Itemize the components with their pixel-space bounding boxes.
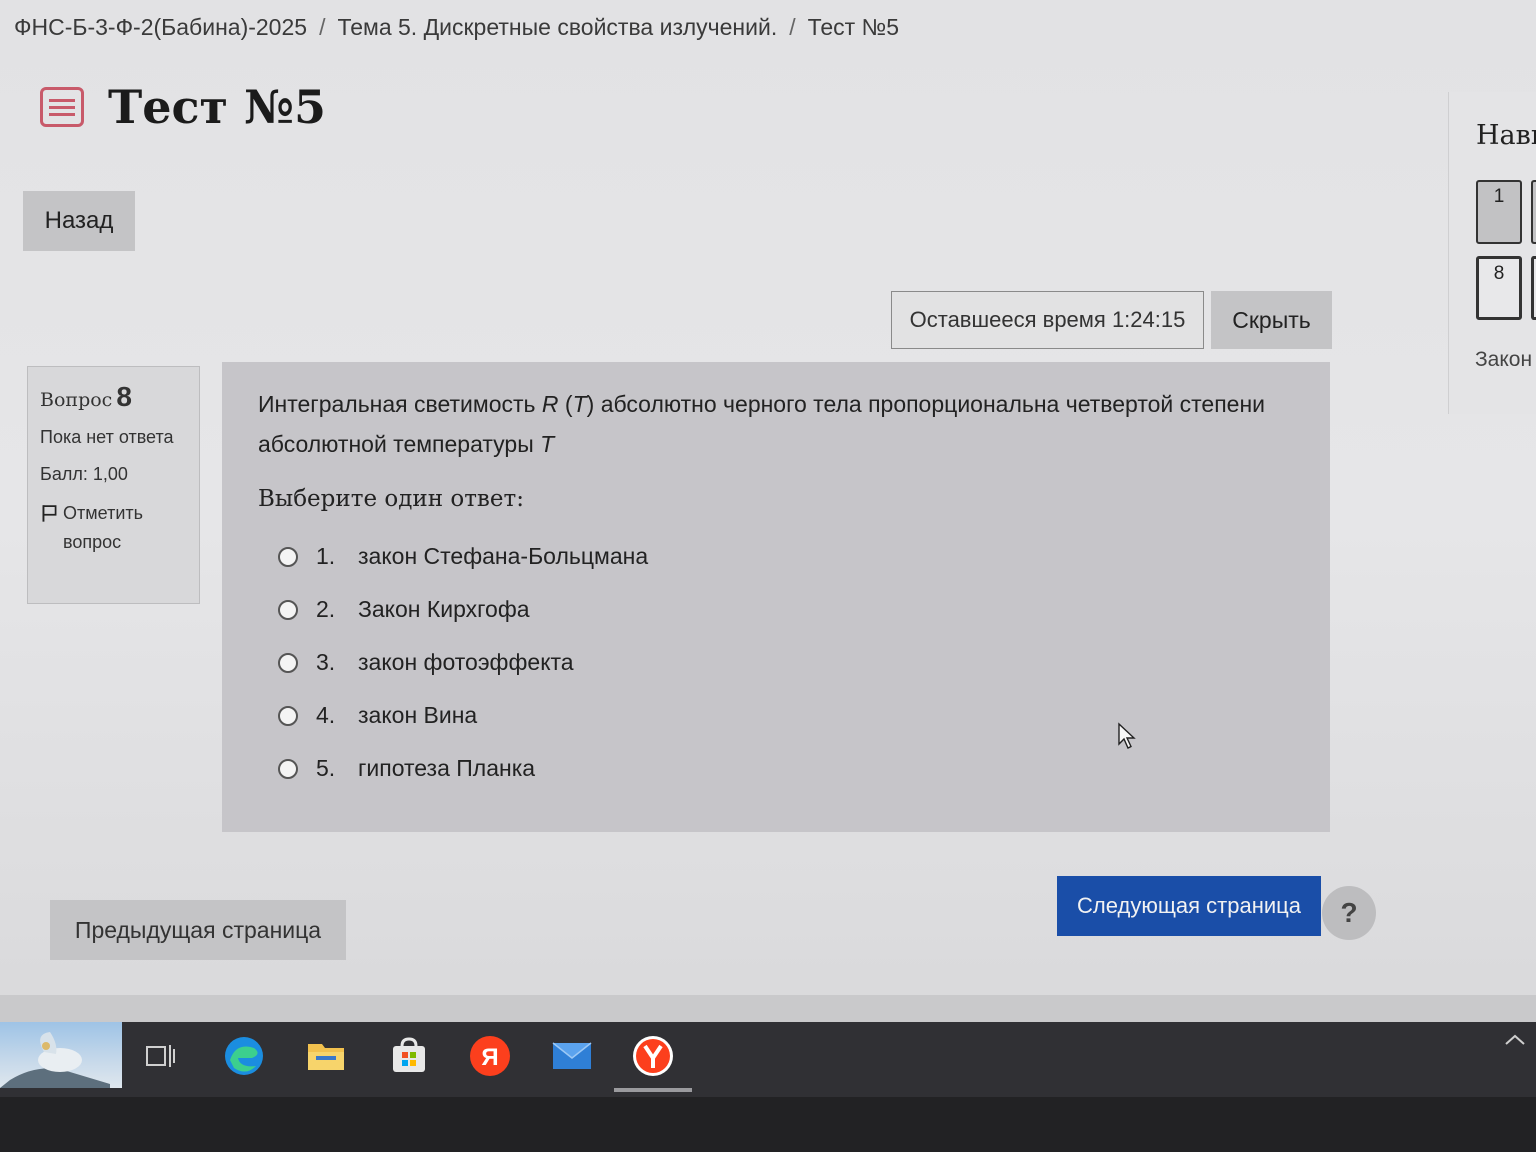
active-app-indicator [614, 1088, 692, 1092]
answer-number: 1. [316, 543, 336, 569]
quiz-navigation-panel: Нави 1 8 Закон [1448, 92, 1536, 414]
quiz-icon [40, 87, 84, 127]
answer-radio[interactable] [278, 652, 298, 673]
page-title: Тест №5 [108, 80, 327, 134]
edge-icon[interactable] [220, 1032, 268, 1080]
answer-label[interactable]: закон фотоэффекта [358, 649, 574, 676]
question-info-panel: Вопрос 8 Пока нет ответа Балл: 1,00 Отмет… [27, 366, 200, 604]
answer-label[interactable]: Закон Кирхгофа [358, 596, 530, 623]
svg-text:Я: Я [481, 1044, 498, 1071]
answer-option[interactable]: 2. Закон Кирхгофа [258, 583, 1294, 636]
question-label: Вопрос [40, 389, 113, 411]
nav-question-button[interactable]: 1 [1476, 180, 1522, 244]
timer-display: Оставшееся время 1:24:15 [891, 291, 1204, 349]
nav-question-button[interactable] [1531, 256, 1536, 320]
file-explorer-icon[interactable] [302, 1032, 350, 1080]
answer-number: 2. [316, 596, 336, 622]
previous-page-button[interactable]: Предыдущая страница [50, 900, 346, 960]
question-content: Интегральная светимость R (T) абсолютно … [222, 362, 1330, 832]
hide-timer-button[interactable]: Скрыть [1211, 291, 1332, 349]
bird-image-icon [0, 1032, 110, 1088]
question-text-part: Интегральная светимость [258, 391, 542, 417]
answer-option[interactable]: 5. гипотеза Планка [258, 742, 1294, 795]
flag-icon [42, 505, 57, 522]
back-button[interactable]: Назад [23, 191, 135, 251]
question-variable: T [572, 391, 587, 417]
question-text: Интегральная светимость R (T) абсолютно … [258, 384, 1294, 464]
answer-prompt: Выберите один ответ: [258, 486, 524, 512]
chevron-up-icon[interactable] [1500, 1030, 1530, 1050]
page-header: Тест №5 [40, 80, 326, 134]
mail-icon[interactable] [548, 1032, 596, 1080]
flag-question-link[interactable]: Отметить вопрос [40, 499, 187, 557]
answer-radio[interactable] [278, 758, 298, 779]
question-number-value: 8 [116, 381, 132, 412]
answer-label[interactable]: закон Стефана-Больцмана [358, 543, 648, 570]
help-button[interactable]: ? [1322, 886, 1376, 940]
task-view-icon[interactable] [137, 1032, 185, 1080]
question-grade: Балл: 1,00 [40, 464, 128, 484]
answer-option[interactable]: 1. закон Стефана-Больцмана [258, 530, 1294, 583]
question-number: Вопрос 8 [40, 381, 187, 413]
nav-question-button[interactable] [1531, 180, 1536, 244]
next-page-button[interactable]: Следующая страница [1057, 876, 1321, 936]
mouse-cursor-icon [1118, 722, 1136, 749]
question-text-part: ( [558, 391, 573, 417]
store-icon[interactable] [385, 1032, 433, 1080]
answer-list: 1. закон Стефана-Больцмана 2. Закон Кирх… [258, 530, 1294, 795]
screen-bezel [0, 1097, 1536, 1152]
breadcrumb-course-link[interactable]: ФНС-Б-3-Ф-2(Бабина)-2025 [14, 14, 307, 40]
finish-attempt-link[interactable]: Закон [1475, 348, 1532, 372]
breadcrumb-separator: / [319, 14, 326, 40]
quiz-navigation-title: Нави [1476, 120, 1536, 151]
taskbar: Я [0, 1022, 1536, 1097]
answer-radio[interactable] [278, 546, 298, 567]
answer-status: Пока нет ответа [40, 427, 174, 447]
flag-label: Отметить вопрос [63, 503, 144, 552]
answer-radio[interactable] [278, 705, 298, 726]
breadcrumb-topic-link[interactable]: Тема 5. Дискретные свойства излучений. [337, 14, 777, 40]
answer-option[interactable]: 3. закон фотоэффекта [258, 636, 1294, 689]
yandex-icon[interactable]: Я [466, 1032, 514, 1080]
answer-label[interactable]: гипотеза Планка [358, 755, 535, 782]
answer-number: 4. [316, 702, 336, 728]
desktop-thumbnail[interactable] [0, 1022, 122, 1088]
answer-label[interactable]: закон Вина [358, 702, 477, 729]
answer-number: 5. [316, 755, 336, 781]
question-variable: R [541, 391, 559, 417]
yandex-browser-icon[interactable] [629, 1032, 677, 1080]
answer-number: 3. [316, 649, 336, 675]
screen-bottom-edge [0, 995, 1536, 1022]
breadcrumb-separator: / [789, 14, 796, 40]
breadcrumb-current: Тест №5 [807, 14, 900, 40]
breadcrumb: ФНС-Б-3-Ф-2(Бабина)-2025 / Тема 5. Дискрет… [14, 14, 899, 41]
answer-radio[interactable] [278, 599, 298, 620]
nav-question-button-current[interactable]: 8 [1476, 256, 1522, 320]
question-variable: T [540, 431, 555, 457]
answer-option[interactable]: 4. закон Вина [258, 689, 1294, 742]
